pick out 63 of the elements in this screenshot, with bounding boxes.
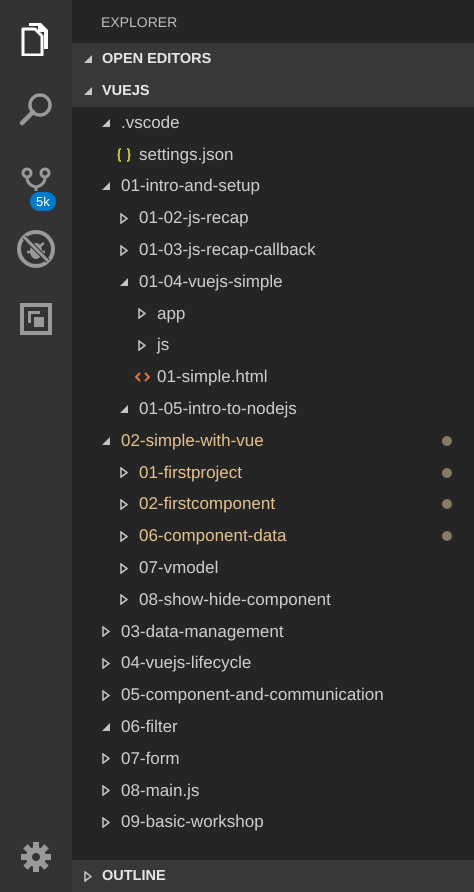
collapsed-arrow-icon[interactable] (102, 626, 110, 638)
expanded-arrow-icon[interactable] (120, 278, 128, 286)
collapsed-arrow-icon[interactable] (84, 870, 92, 882)
collapsed-arrow-icon[interactable] (138, 308, 146, 320)
section-header[interactable]: VUEJS (72, 75, 474, 107)
file-name[interactable]: 01-simple.html (157, 367, 452, 388)
expanded-arrow-icon[interactable] (102, 436, 110, 445)
folder-name[interactable]: 07-vmodel (139, 558, 452, 578)
collapsed-arrow-icon[interactable] (120, 562, 128, 574)
section-title[interactable]: VUEJS (102, 83, 150, 99)
folder-name[interactable]: 05-component-and-communication (121, 685, 452, 706)
collapsed-arrow-icon[interactable] (102, 658, 110, 669)
folder-name[interactable]: 01-02-js-recap (139, 208, 452, 228)
collapsed-arrow-icon[interactable] (102, 785, 110, 796)
collapsed-arrow-icon[interactable] (120, 212, 128, 224)
collapsed-arrow-icon[interactable] (120, 467, 128, 478)
expanded-arrow-icon[interactable] (102, 723, 110, 732)
folder-name[interactable]: 07-form (121, 748, 452, 769)
collapsed-arrow-icon[interactable] (102, 816, 110, 828)
panel-title: EXPLORER (101, 14, 178, 30)
collapsed-arrow-icon[interactable] (138, 340, 146, 351)
folder-name[interactable]: 01-03-js-recap-callback (139, 240, 452, 260)
expanded-arrow-icon[interactable] (120, 405, 128, 414)
collapsed-arrow-icon[interactable] (120, 530, 128, 542)
folder-name[interactable]: 06-filter (121, 717, 452, 738)
braces-file-icon (117, 148, 131, 162)
search-icon[interactable] (19, 92, 53, 126)
extensions-icon[interactable] (20, 303, 52, 335)
folder-name[interactable]: 06-component-data (139, 526, 442, 546)
folder-name[interactable]: 01-intro-and-setup (121, 176, 452, 196)
section-title[interactable]: OPEN EDITORS (102, 51, 212, 67)
collapsed-arrow-icon[interactable] (120, 594, 128, 606)
expanded-arrow-icon[interactable] (102, 182, 110, 190)
folder-name[interactable]: 02-firstcomponent (139, 494, 442, 514)
section-title[interactable]: OUTLINE (102, 868, 166, 884)
folder-name[interactable]: 01-firstproject (139, 462, 442, 483)
settings-icon[interactable] (21, 842, 51, 872)
folder-name[interactable]: 09-basic-workshop (121, 812, 452, 832)
expanded-arrow-icon[interactable] (84, 87, 92, 95)
folder-name[interactable]: 04-vuejs-lifecycle (121, 653, 452, 674)
folder-name[interactable]: 01-05-intro-to-nodejs (139, 399, 452, 420)
folder-name[interactable]: 08-show-hide-component (139, 590, 452, 610)
collapsed-arrow-icon[interactable] (120, 498, 128, 510)
expanded-arrow-icon[interactable] (84, 55, 92, 63)
folder-name[interactable]: 08-main.js (121, 780, 452, 801)
folder-name[interactable]: 01-04-vuejs-simple (139, 272, 452, 292)
folder-name[interactable]: js (157, 335, 452, 356)
section-header[interactable]: OUTLINE (72, 860, 474, 892)
collapsed-arrow-icon[interactable] (102, 753, 110, 764)
folder-name[interactable]: 03-data-management (121, 622, 452, 642)
collapsed-arrow-icon[interactable] (102, 690, 110, 701)
folder-name[interactable]: app (157, 304, 452, 324)
folder-name[interactable]: .vscode (121, 112, 452, 133)
collapsed-arrow-icon[interactable] (120, 244, 128, 256)
expanded-arrow-icon[interactable] (102, 118, 110, 127)
folder-name[interactable]: 02-simple-with-vue (121, 430, 442, 451)
source-control-icon[interactable] (21, 167, 51, 191)
section-header[interactable]: OPEN EDITORS (72, 43, 474, 75)
code-file-icon (134, 372, 150, 382)
count-badge: 5k (30, 192, 56, 211)
files-icon[interactable] (21, 22, 51, 56)
file-name[interactable]: settings.json (139, 144, 452, 165)
no-bug-icon[interactable] (16, 229, 56, 269)
